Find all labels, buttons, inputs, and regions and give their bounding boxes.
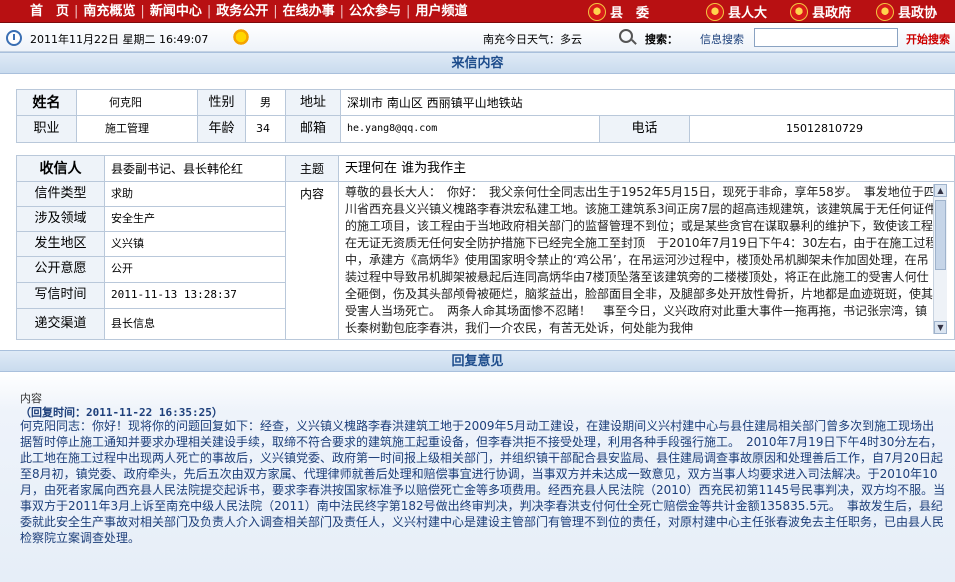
party-emblem-icon xyxy=(588,2,606,21)
clock-icon xyxy=(6,30,22,46)
job-value: 施工管理 xyxy=(77,116,198,142)
nav-overview[interactable]: 南充概览 xyxy=(79,0,139,23)
write-time-label: 写信时间 xyxy=(17,283,105,309)
write-time-value: 2011-11-13 13:28:37 xyxy=(105,283,286,309)
scroll-thumb[interactable] xyxy=(935,200,946,270)
name-label: 姓名 xyxy=(17,90,77,116)
letter-detail-table: 收信人 县委副书记、县长韩伦红 主题 天理何在 谁为我作主 信件类型 求助 涉及… xyxy=(16,155,955,340)
letter-type-value: 求助 xyxy=(105,182,286,207)
subject-label: 主题 xyxy=(286,156,339,182)
scroll-down-icon[interactable]: ▼ xyxy=(934,321,947,334)
age-value: 34 xyxy=(246,116,286,142)
info-bar: 2011年11月22日 星期二 16:49:07 南充今日天气：多云 搜索： 信… xyxy=(0,24,955,52)
letter-type-label: 信件类型 xyxy=(17,182,105,207)
name-value: 何克阳 xyxy=(77,90,198,116)
gov-link-cppcc[interactable]: 县政协 xyxy=(876,0,937,23)
public-willingness-label: 公开意愿 xyxy=(17,257,105,283)
weather-text: 南充今日天气：多云 xyxy=(483,33,582,46)
gov-link-county-government[interactable]: 县政府 xyxy=(790,0,851,23)
field-label: 涉及领域 xyxy=(17,207,105,232)
search-type-select[interactable]: 信息搜索 xyxy=(700,31,744,47)
nav-public-participation[interactable]: 公众参与 xyxy=(345,0,405,23)
nav-online-services[interactable]: 在线办事 xyxy=(279,0,339,23)
search-button[interactable]: 开始搜索 xyxy=(906,31,950,47)
scroll-up-icon[interactable]: ▲ xyxy=(934,184,947,197)
email-label: 邮箱 xyxy=(286,116,341,142)
search-input[interactable] xyxy=(754,28,898,47)
region-value: 义兴镇 xyxy=(105,232,286,257)
address-value: 深圳市 南山区 西丽镇平山地铁站 xyxy=(341,90,955,116)
age-label: 年龄 xyxy=(198,116,246,142)
gender-label: 性别 xyxy=(198,90,246,116)
content-label: 内容 xyxy=(286,182,339,339)
subject-value: 天理何在 谁为我作主 xyxy=(339,156,955,182)
cppcc-emblem-icon xyxy=(876,2,894,21)
reply-section-header: 回复意见 xyxy=(0,350,955,372)
letter-content: 尊敬的县长大人： 你好： 我父亲何仕全同志出生于1952年5月15日，现死于非命… xyxy=(345,185,938,334)
field-value: 安全生产 xyxy=(105,207,286,232)
top-navigation-bar: 首 页 | 南充概览 | 新闻中心 | 政务公开 | 在线办事 | 公众参与 |… xyxy=(0,0,955,23)
channel-label: 递交渠道 xyxy=(17,309,105,339)
recipient-value: 县委副书记、县长韩伦红 xyxy=(105,156,286,182)
letter-section-header: 来信内容 xyxy=(0,52,955,74)
recipient-label: 收信人 xyxy=(17,156,105,182)
national-emblem-icon xyxy=(790,2,808,21)
search-label: 搜索： xyxy=(645,33,678,46)
reply-panel: 内容 （回复时间：2011-11-22 16:35:25） 何克阳同志：你好！现… xyxy=(0,372,955,582)
gov-link-peoples-congress[interactable]: 县人大 xyxy=(706,0,767,23)
phone-label: 电话 xyxy=(600,116,690,142)
public-willingness-value: 公开 xyxy=(105,257,286,283)
reply-text: 何克阳同志：你好！现将你的问题回复如下：经查，义兴镇义槐路李春洪建筑工地于200… xyxy=(20,419,946,545)
nav-home[interactable]: 首 页 xyxy=(0,0,73,23)
nav-news[interactable]: 新闻中心 xyxy=(146,0,206,23)
current-datetime: 2011年11月22日 星期二 16:49:07 xyxy=(30,33,209,46)
search-icon xyxy=(619,29,633,43)
gender-value: 男 xyxy=(246,90,286,116)
email-value: he.yang8@qq.com xyxy=(341,116,600,142)
channel-value: 县长信息 xyxy=(105,309,286,339)
gov-link-party-committee[interactable]: 县 委 xyxy=(588,0,649,23)
job-label: 职业 xyxy=(17,116,77,142)
national-emblem-icon xyxy=(706,2,724,21)
sun-icon xyxy=(232,28,250,46)
nav-user-channel[interactable]: 用户频道 xyxy=(411,0,471,23)
main-nav: 首 页 | 南充概览 | 新闻中心 | 政务公开 | 在线办事 | 公众参与 |… xyxy=(0,0,471,23)
nav-gov-affairs[interactable]: 政务公开 xyxy=(212,0,272,23)
phone-value: 15012810729 xyxy=(786,122,863,135)
letter-scrollbar[interactable]: ▲ ▼ xyxy=(933,184,947,334)
region-label: 发生地区 xyxy=(17,232,105,257)
sender-info-table: 姓名 何克阳 性别 男 地址 深圳市 南山区 西丽镇平山地铁站 职业 施工管理 … xyxy=(16,89,955,143)
address-label: 地址 xyxy=(286,90,341,116)
